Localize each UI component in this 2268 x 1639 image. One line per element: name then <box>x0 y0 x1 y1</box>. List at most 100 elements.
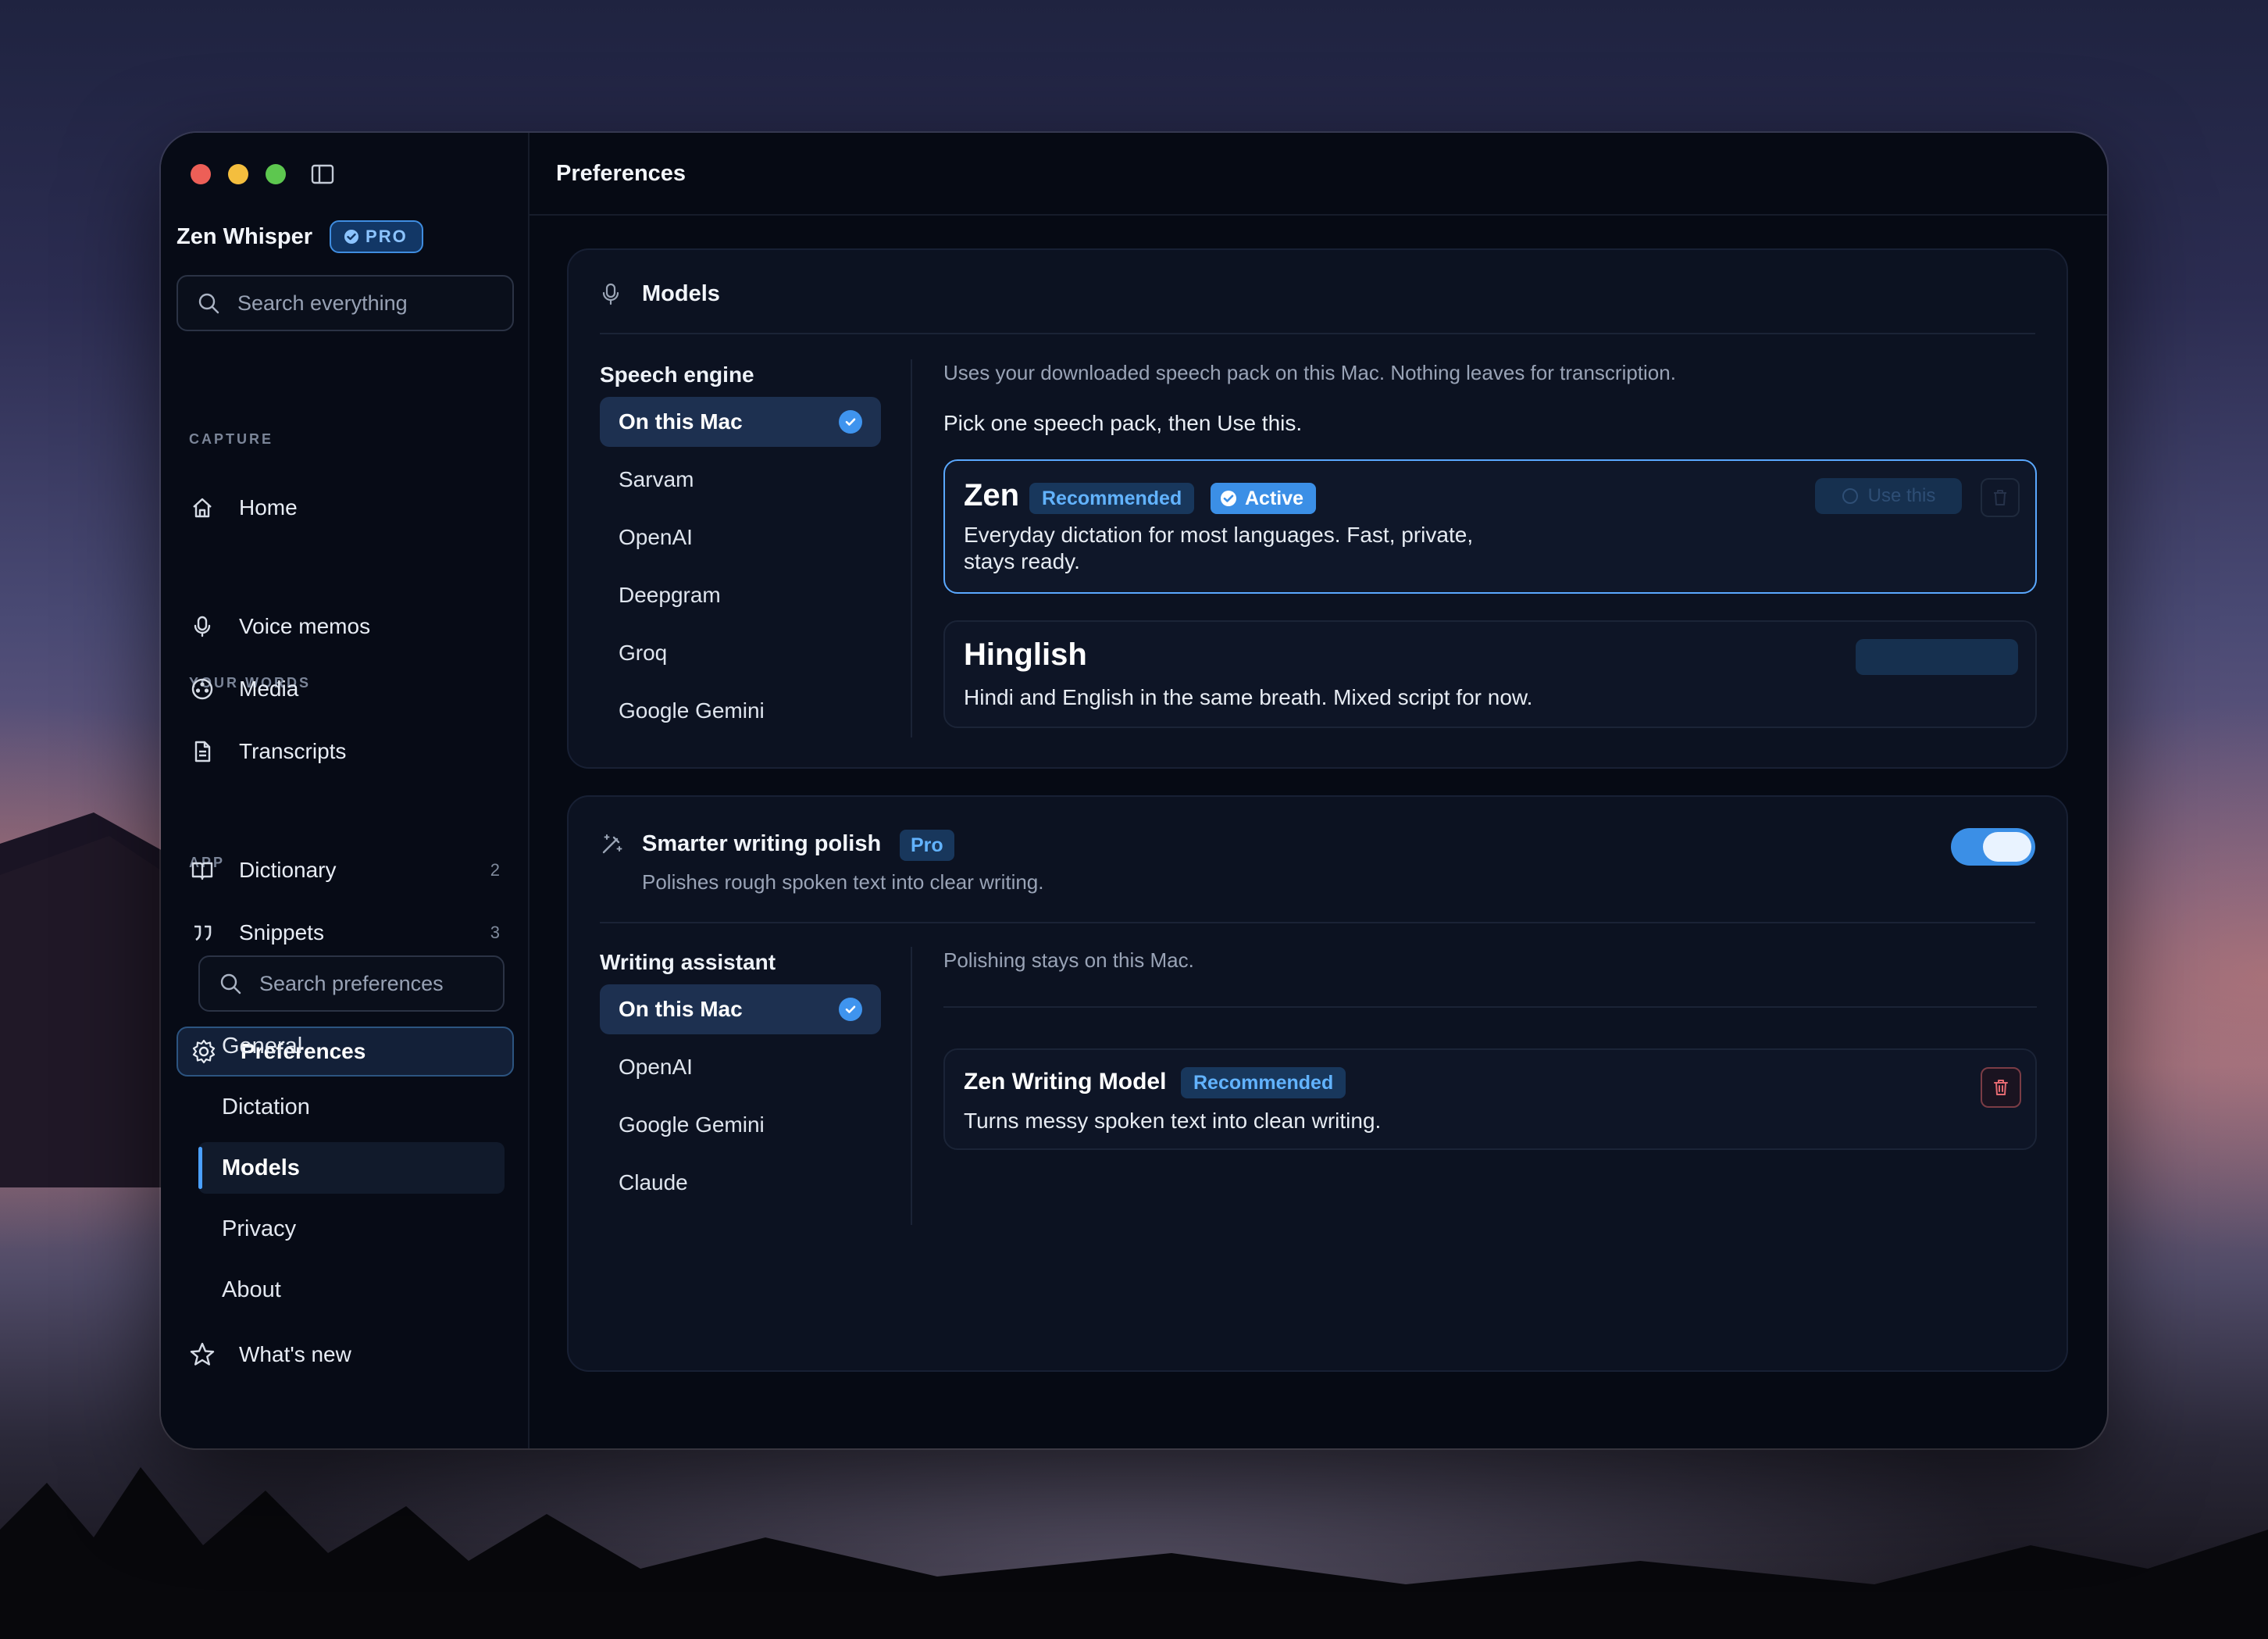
close-window-button[interactable] <box>191 164 211 184</box>
quote-icon <box>189 919 216 946</box>
search-everything-input[interactable]: Search everything <box>177 275 514 331</box>
pack-description-line: stays ready. <box>964 549 1080 573</box>
models-header: Models <box>600 281 720 307</box>
divider <box>911 359 912 737</box>
divider <box>600 922 2035 923</box>
pref-item-about[interactable]: About <box>198 1264 505 1316</box>
engine-option-on-this-mac[interactable]: On this Mac <box>600 397 881 447</box>
snippets-count: 3 <box>490 923 500 942</box>
divider <box>911 947 912 1225</box>
assistant-option-label: On this Mac <box>619 997 743 1021</box>
recommended-tag: Recommended <box>1029 483 1195 514</box>
microphone-icon <box>602 283 619 305</box>
use-this-button[interactable]: Use this <box>1815 478 1962 514</box>
writing-model-card[interactable]: Zen Writing Model Recommended Turns mess… <box>943 1048 2037 1150</box>
search-preferences-placeholder: Search preferences <box>259 971 444 995</box>
check-icon <box>839 998 862 1021</box>
trash-icon <box>1994 490 2006 505</box>
pack-description: Everyday dictation for most languages. F… <box>964 522 1473 575</box>
active-tag-label: Active <box>1245 487 1304 509</box>
sidebar-item-transcripts[interactable]: Transcripts <box>177 727 514 777</box>
dictionary-count: 2 <box>490 860 500 880</box>
engine-description: Uses your downloaded speech pack on this… <box>943 361 1676 384</box>
engine-option-sarvam[interactable]: Sarvam <box>600 455 881 505</box>
pref-item-models[interactable]: Models <box>198 1142 505 1194</box>
sidebar-item-whats-new[interactable]: What's new <box>177 1330 514 1380</box>
verified-check-icon <box>344 230 359 244</box>
home-icon <box>189 495 216 521</box>
active-tag: Active <box>1211 483 1317 514</box>
engine-option-openai[interactable]: OpenAI <box>600 512 881 562</box>
window-controls <box>191 164 286 184</box>
minimize-window-button[interactable] <box>228 164 248 184</box>
polish-subtitle: Polishes rough spoken text into clear wr… <box>642 870 1044 894</box>
assistant-option-claude[interactable]: Claude <box>600 1158 881 1208</box>
sidebar-toggle-icon[interactable] <box>309 161 336 187</box>
engine-option-google-gemini[interactable]: Google Gemini <box>600 686 881 736</box>
pref-item-general[interactable]: General <box>198 1020 505 1072</box>
trash-icon <box>1994 1080 2008 1095</box>
app-window: Zen Whisper PRO Search everything Home C… <box>161 133 2107 1448</box>
divider <box>600 333 2035 334</box>
use-this-label: Use this <box>1867 485 1936 506</box>
pack-description: Hindi and English in the same breath. Mi… <box>964 685 1533 709</box>
sidebar-item-label: Snippets <box>239 920 324 944</box>
sidebar-item-voice-memos[interactable]: Voice memos <box>177 602 514 652</box>
book-icon <box>189 857 216 884</box>
search-preferences-input[interactable]: Search preferences <box>198 955 505 1012</box>
switch-knob <box>1983 832 2031 862</box>
microphone-icon <box>189 613 216 640</box>
engine-option-groq[interactable]: Groq <box>600 628 881 678</box>
page-title: Preferences <box>530 133 2107 216</box>
section-label-capture: CAPTURE <box>189 431 274 447</box>
sidebar-item-dictionary[interactable]: Dictionary 2 <box>177 845 514 895</box>
pref-item-privacy[interactable]: Privacy <box>198 1203 505 1255</box>
sidebar-item-label: Transcripts <box>239 739 347 763</box>
magic-wand-icon <box>602 834 622 854</box>
engine-option-deepgram[interactable]: Deepgram <box>600 570 881 620</box>
pack-name: Hinglish <box>964 637 1087 672</box>
polish-toggle-switch[interactable] <box>1951 828 2035 866</box>
zoom-window-button[interactable] <box>266 164 286 184</box>
pro-badge: PRO <box>330 220 423 253</box>
sidebar-item-label: Voice memos <box>239 614 371 638</box>
speech-engine-label: Speech engine <box>600 362 754 387</box>
check-icon <box>839 410 862 434</box>
sidebar-item-label: Media <box>239 677 299 701</box>
sidebar-item-label: Home <box>239 495 298 520</box>
writing-assistant-label: Writing assistant <box>600 950 776 974</box>
film-reel-icon <box>189 676 216 702</box>
sidebar-item-label: Dictionary <box>239 858 337 882</box>
assistant-option-google-gemini[interactable]: Google Gemini <box>600 1100 881 1150</box>
pack-name: Zen <box>964 478 1020 512</box>
pref-item-dictation[interactable]: Dictation <box>198 1081 505 1133</box>
delete-pack-button[interactable] <box>1981 478 2020 517</box>
search-placeholder: Search everything <box>237 291 408 315</box>
speech-pack-hinglish[interactable]: Hinglish Hindi and English in the same b… <box>943 620 2037 728</box>
pack-description-line: Everyday dictation for most languages. F… <box>964 523 1474 547</box>
app-title-row: Zen Whisper PRO <box>177 220 423 253</box>
sidebar-item-media[interactable]: Media <box>177 664 514 714</box>
writing-model-name: Zen Writing Model <box>964 1069 1167 1094</box>
sidebar-item-home[interactable]: Home <box>177 483 514 533</box>
recommended-tag: Recommended <box>1181 1067 1346 1098</box>
pro-badge-label: PRO <box>366 227 408 246</box>
delete-writing-model-button[interactable] <box>1981 1067 2021 1108</box>
engine-option-label: On this Mac <box>619 409 743 434</box>
assistant-option-openai[interactable]: OpenAI <box>600 1042 881 1092</box>
writing-polish-card: Smarter writing polish Pro Polishes roug… <box>567 795 2068 1372</box>
speech-pack-zen[interactable]: Zen Recommended Active Everyday dictatio… <box>943 459 2037 594</box>
pro-tag: Pro <box>900 830 954 861</box>
engine-instruction: Pick one speech pack, then Use this. <box>943 411 1303 435</box>
check-circle-icon <box>1221 491 1236 506</box>
main-content: Preferences Models Speech engine On this… <box>530 133 2107 1448</box>
star-icon <box>189 1341 216 1368</box>
app-name: Zen Whisper <box>177 223 313 249</box>
sidebar-item-label: What's new <box>239 1342 351 1366</box>
assistant-option-on-this-mac[interactable]: On this Mac <box>600 984 881 1034</box>
polish-note: Polishing stays on this Mac. <box>943 948 1194 972</box>
sidebar-item-snippets[interactable]: Snippets 3 <box>177 908 514 958</box>
download-pack-button[interactable] <box>1856 639 2018 675</box>
divider <box>943 1006 2037 1008</box>
background-trees <box>0 1467 2268 1639</box>
